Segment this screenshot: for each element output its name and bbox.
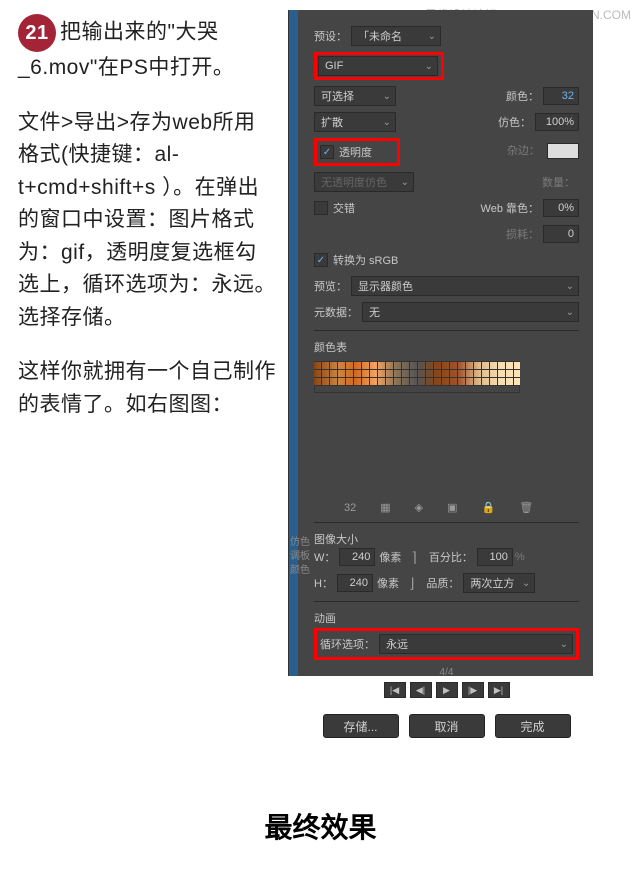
- instruction-text: 21把输出来的"大哭_6.mov"在PS中打开。 文件>导出>存为web所用格式…: [18, 10, 288, 676]
- height-input[interactable]: 240: [337, 574, 373, 592]
- color-input[interactable]: 32: [543, 87, 579, 105]
- color-label: 颜色：: [506, 88, 539, 104]
- color-swatches-2[interactable]: [314, 385, 520, 393]
- preset-dropdown[interactable]: 「未命名: [351, 26, 441, 46]
- srgb-label: 转换为 sRGB: [333, 252, 398, 268]
- next-frame-button[interactable]: |▶: [462, 682, 484, 698]
- interlace-label: 交错: [333, 200, 355, 216]
- metadata-label: 元数据：: [314, 304, 358, 320]
- loop-dropdown[interactable]: 永远: [379, 634, 573, 654]
- percent-label: 百分比：: [429, 549, 473, 565]
- selectable-dropdown[interactable]: 可选择: [314, 86, 396, 106]
- dither-label: 仿色：: [498, 114, 531, 130]
- amount-label: 数量：: [542, 174, 575, 190]
- step-number-badge: 21: [18, 14, 56, 52]
- websnap-label: Web 靠色：: [481, 200, 539, 216]
- paragraph-2: 文件>导出>存为web所用格式(快捷键：al-t+cmd+shift+s ）。在…: [18, 107, 276, 335]
- done-button[interactable]: 完成: [495, 714, 571, 738]
- last-frame-button[interactable]: ▶|: [488, 682, 510, 698]
- side-labels: 仿色 调板 颜色: [290, 536, 310, 578]
- dither-input[interactable]: 100%: [535, 113, 579, 131]
- matte-label: 杂边：: [507, 145, 540, 157]
- lock-icon[interactable]: 🔒: [482, 501, 496, 514]
- diffuse-dropdown[interactable]: 扩散: [314, 112, 396, 132]
- trash-icon[interactable]: 🗑: [519, 501, 533, 514]
- loop-label: 循环选项：: [320, 636, 375, 652]
- photoshop-panel: 预设： 「未命名 GIF 可选择 颜色： 32 扩散 仿色： 100%: [288, 10, 593, 676]
- no-trans-dither-dropdown[interactable]: 无透明度仿色: [314, 172, 414, 192]
- height-label: H：: [314, 575, 333, 591]
- preview-label: 预览：: [314, 278, 347, 294]
- preview-dropdown[interactable]: 显示器颜色: [351, 276, 579, 296]
- tool-icon[interactable]: ▦: [380, 501, 390, 514]
- color-swatches[interactable]: [314, 361, 520, 385]
- frame-counter: 4/4: [440, 667, 454, 678]
- srgb-checkbox[interactable]: [314, 253, 328, 267]
- interlace-checkbox[interactable]: [314, 201, 328, 215]
- lossy-input[interactable]: 0: [543, 225, 579, 243]
- animation-label: 动画: [314, 610, 575, 626]
- loop-highlight: 循环选项： 永远: [314, 628, 579, 660]
- lossy-label: 损耗：: [506, 226, 539, 242]
- link-icon-2[interactable]: ⌋: [409, 575, 414, 592]
- preset-label: 预设：: [314, 28, 347, 44]
- quality-label: 品质：: [426, 575, 459, 591]
- transparency-label: 透明度: [339, 144, 372, 160]
- websnap-input[interactable]: 0%: [543, 199, 579, 217]
- quality-dropdown[interactable]: 两次立方: [463, 573, 535, 593]
- format-highlight: GIF: [314, 52, 444, 80]
- width-input[interactable]: 240: [339, 548, 375, 566]
- play-button[interactable]: ▶: [436, 682, 458, 698]
- final-effect-title: 最终效果: [0, 806, 641, 846]
- prev-frame-button[interactable]: ◀|: [410, 682, 432, 698]
- format-dropdown[interactable]: GIF: [318, 56, 438, 76]
- matte-swatch[interactable]: [547, 143, 579, 159]
- transparency-highlight: 透明度: [314, 138, 400, 166]
- image-size-label: 图像大小: [314, 531, 575, 547]
- tool-icon-3[interactable]: ▣: [447, 501, 457, 514]
- transparency-checkbox[interactable]: [320, 145, 334, 159]
- percent-input[interactable]: 100: [477, 548, 513, 566]
- width-label: W：: [314, 549, 335, 565]
- first-frame-button[interactable]: |◀: [384, 682, 406, 698]
- link-icon[interactable]: ⌉: [411, 549, 416, 566]
- save-button[interactable]: 存储...: [323, 714, 399, 738]
- tool-icon-2[interactable]: ◈: [415, 501, 423, 514]
- cancel-button[interactable]: 取消: [409, 714, 485, 738]
- paragraph-3: 这样你就拥有一个自己制作的表情了。如右图图：: [18, 356, 276, 421]
- color-table-label: 颜色表: [314, 339, 575, 355]
- swatch-count: 32: [344, 502, 356, 514]
- metadata-dropdown[interactable]: 无: [362, 302, 579, 322]
